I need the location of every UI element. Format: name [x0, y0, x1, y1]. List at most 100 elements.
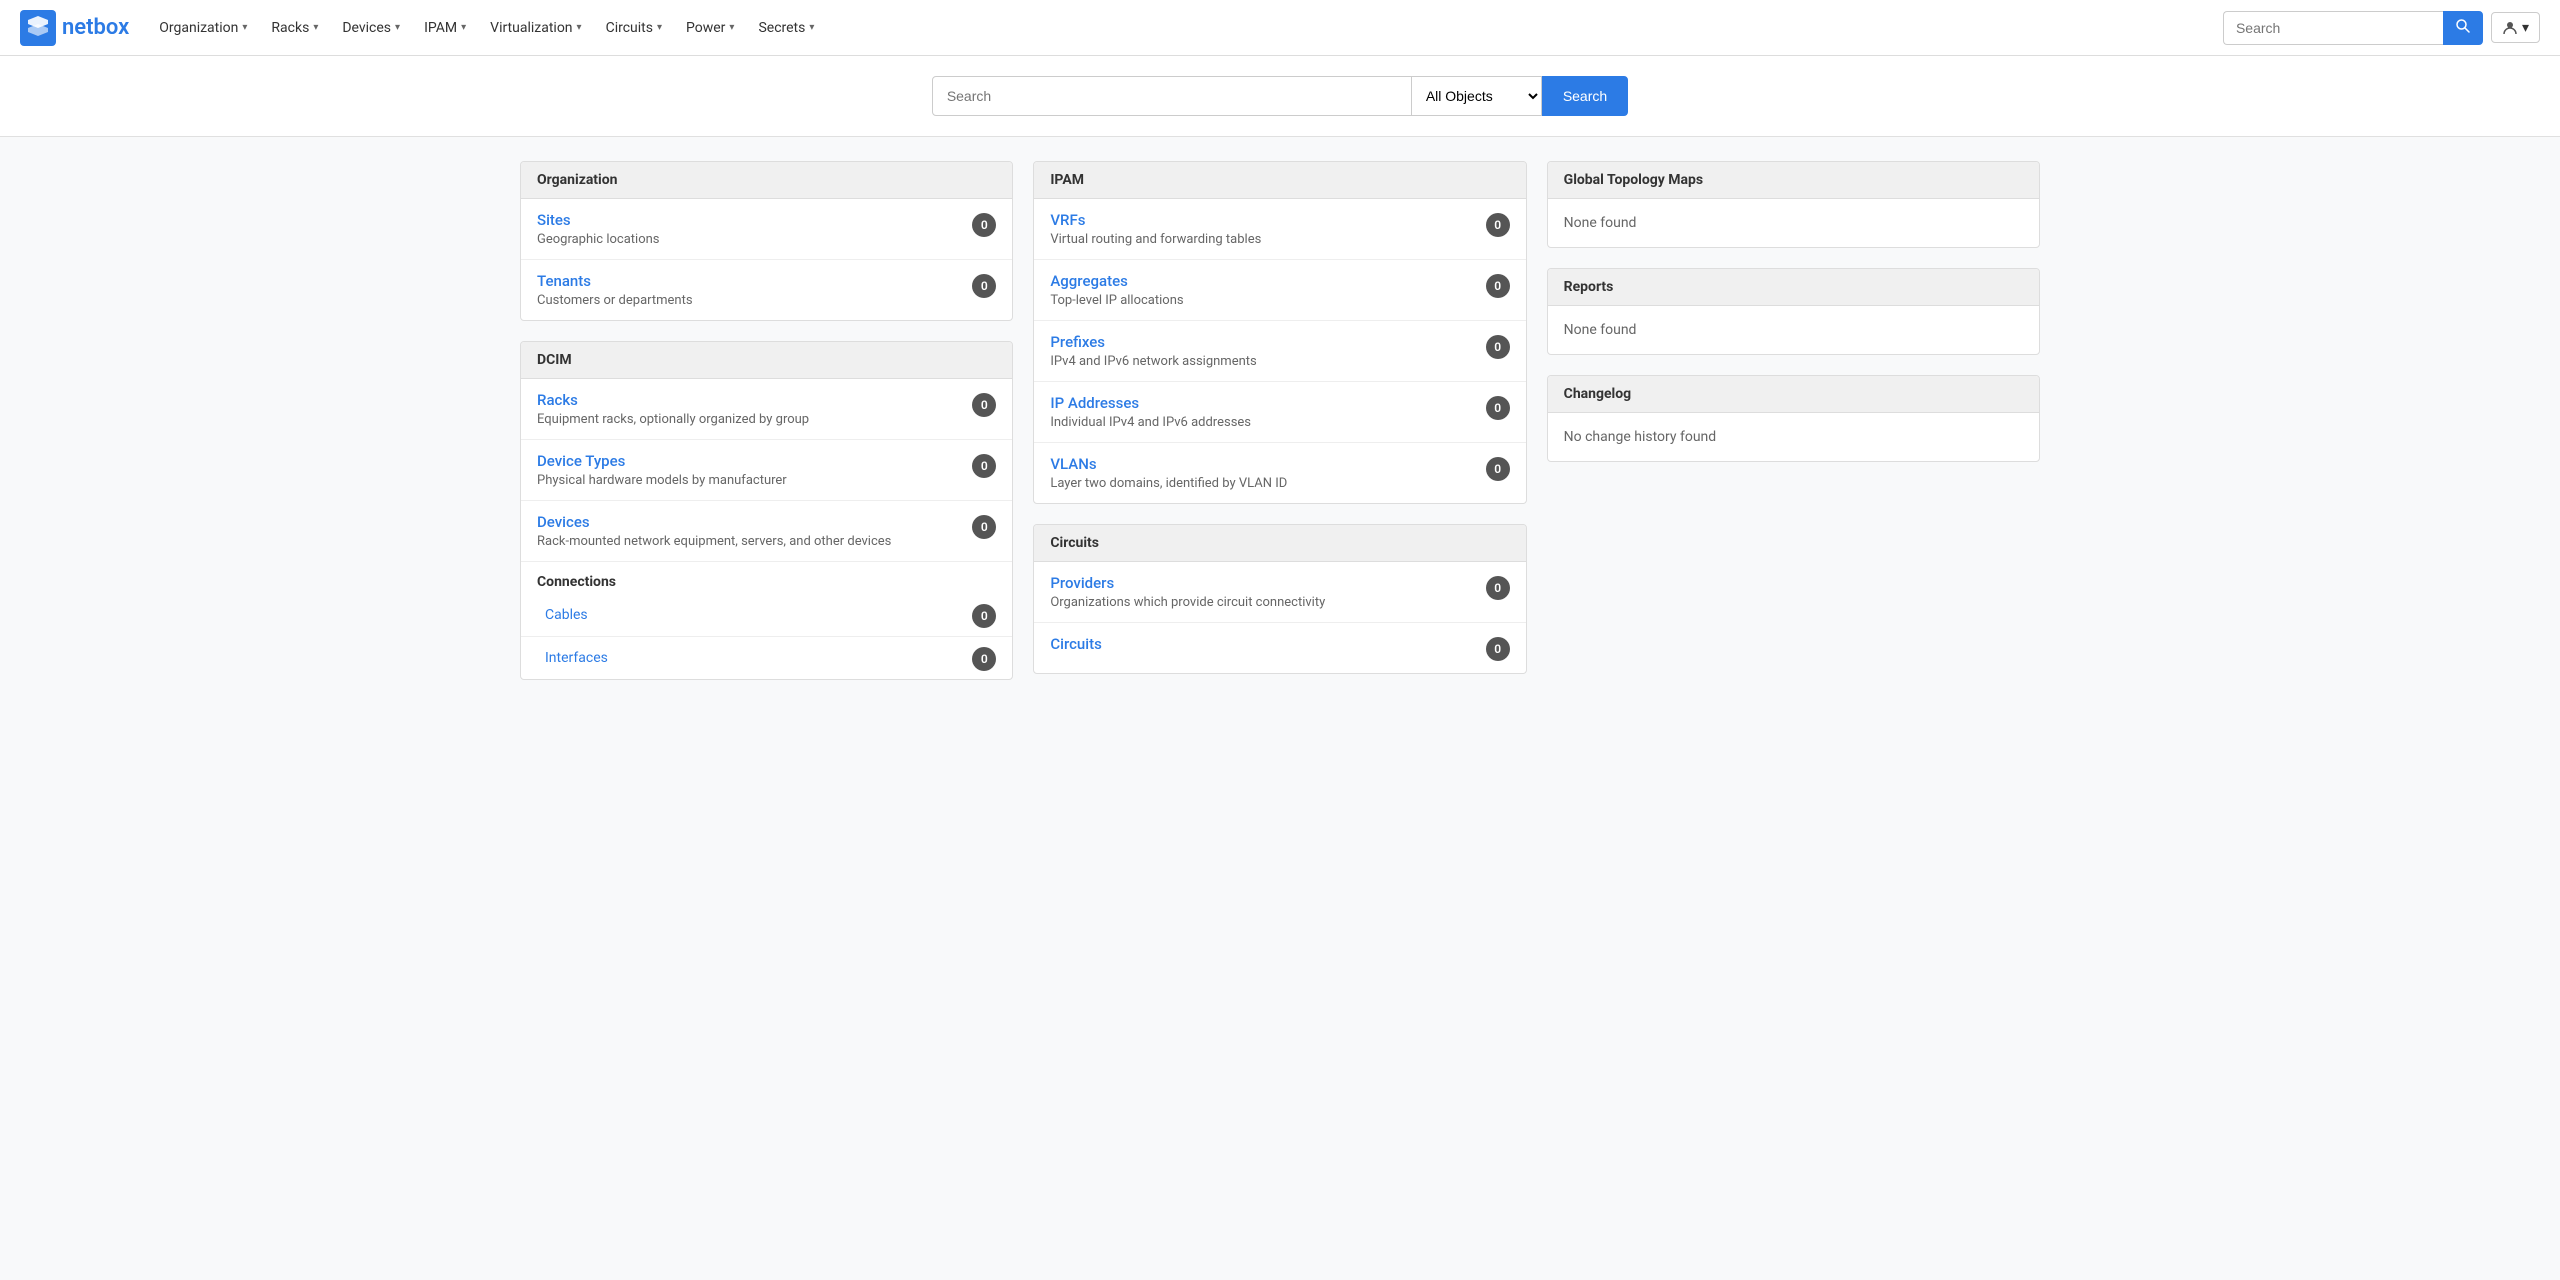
chevron-down-icon: ▾: [809, 22, 814, 33]
changelog-header: Changelog: [1548, 376, 2039, 413]
list-item: Cables 0: [521, 594, 1012, 637]
navbar-search: [2223, 11, 2483, 45]
devices-badge: 0: [972, 515, 996, 539]
device-types-badge: 0: [972, 454, 996, 478]
global-topology-body: None found: [1548, 199, 2039, 247]
vlans-badge: 0: [1486, 457, 1510, 481]
object-type-select[interactable]: All Objects: [1412, 76, 1542, 116]
brand-name: netbox: [62, 15, 129, 40]
global-topology-card: Global Topology Maps None found: [1547, 161, 2040, 248]
middle-column: IPAM VRFs Virtual routing and forwarding…: [1033, 161, 1526, 680]
vrfs-desc: Virtual routing and forwarding tables: [1050, 232, 1261, 247]
organization-body: Sites Geographic locations 0 Tenants Cus…: [521, 199, 1012, 320]
content-area: Organization Sites Geographic locations …: [500, 137, 2060, 704]
brand-logo[interactable]: netbox: [20, 10, 129, 46]
nav-power[interactable]: Power ▾: [676, 0, 744, 56]
circuits-badge: 0: [1486, 637, 1510, 661]
list-item: Prefixes IPv4 and IPv6 network assignmen…: [1034, 321, 1525, 382]
netbox-logo-icon: [20, 10, 56, 46]
racks-link[interactable]: Racks: [537, 391, 964, 409]
providers-desc: Organizations which provide circuit conn…: [1050, 595, 1325, 610]
prefixes-link[interactable]: Prefixes: [1050, 333, 1477, 351]
dcim-header: DCIM: [521, 342, 1012, 379]
list-item: Interfaces 0: [521, 637, 1012, 679]
chevron-down-icon: ▾: [657, 22, 662, 33]
list-item: VLANs Layer two domains, identified by V…: [1034, 443, 1525, 503]
aggregates-desc: Top-level IP allocations: [1050, 293, 1183, 308]
prefixes-badge: 0: [1486, 335, 1510, 359]
chevron-down-icon: ▾: [461, 22, 466, 33]
circuits-link[interactable]: Circuits: [1050, 635, 1477, 653]
reports-card: Reports None found: [1547, 268, 2040, 355]
device-types-desc: Physical hardware models by manufacturer: [537, 473, 787, 488]
circuits-card: Circuits Providers Organizations which p…: [1033, 524, 1526, 674]
user-icon: [2502, 20, 2518, 36]
reports-body: None found: [1548, 306, 2039, 354]
circuits-body: Providers Organizations which provide ci…: [1034, 562, 1525, 673]
organization-card: Organization Sites Geographic locations …: [520, 161, 1013, 321]
list-item: Providers Organizations which provide ci…: [1034, 562, 1525, 623]
chevron-down-icon: ▾: [2522, 19, 2529, 36]
ipam-header: IPAM: [1034, 162, 1525, 199]
navbar-search-button[interactable]: [2443, 11, 2483, 45]
nav-devices[interactable]: Devices ▾: [332, 0, 410, 56]
list-item: VRFs Virtual routing and forwarding tabl…: [1034, 199, 1525, 260]
vrfs-link[interactable]: VRFs: [1050, 211, 1477, 229]
devices-link[interactable]: Devices: [537, 513, 964, 531]
sites-badge: 0: [972, 213, 996, 237]
nav-secrets[interactable]: Secrets ▾: [748, 0, 824, 56]
interfaces-link[interactable]: Interfaces: [545, 650, 608, 666]
tenants-link[interactable]: Tenants: [537, 272, 964, 290]
cables-badge: 0: [972, 604, 996, 628]
circuits-header: Circuits: [1034, 525, 1525, 562]
devices-desc: Rack-mounted network equipment, servers,…: [537, 534, 891, 549]
list-item: Tenants Customers or departments 0: [521, 260, 1012, 320]
tenants-badge: 0: [972, 274, 996, 298]
dcim-body: Racks Equipment racks, optionally organi…: [521, 379, 1012, 679]
navbar-search-input[interactable]: [2223, 11, 2443, 45]
navbar-right: ▾: [2223, 11, 2540, 45]
list-item: Devices Rack-mounted network equipment, …: [521, 501, 1012, 562]
connections-header: Connections: [521, 562, 1012, 594]
chevron-down-icon: ▾: [313, 22, 318, 33]
ip-addresses-badge: 0: [1486, 396, 1510, 420]
aggregates-link[interactable]: Aggregates: [1050, 272, 1477, 290]
providers-link[interactable]: Providers: [1050, 574, 1477, 592]
changelog-card: Changelog No change history found: [1547, 375, 2040, 462]
ip-addresses-link[interactable]: IP Addresses: [1050, 394, 1477, 412]
list-item: Aggregates Top-level IP allocations 0: [1034, 260, 1525, 321]
chevron-down-icon: ▾: [242, 22, 247, 33]
dcim-card: DCIM Racks Equipment racks, optionally o…: [520, 341, 1013, 680]
ipam-body: VRFs Virtual routing and forwarding tabl…: [1034, 199, 1525, 503]
nav-ipam[interactable]: IPAM ▾: [414, 0, 476, 56]
sites-link[interactable]: Sites: [537, 211, 964, 229]
cables-link[interactable]: Cables: [545, 607, 588, 623]
vlans-desc: Layer two domains, identified by VLAN ID: [1050, 476, 1287, 491]
list-item: IP Addresses Individual IPv4 and IPv6 ad…: [1034, 382, 1525, 443]
vrfs-badge: 0: [1486, 213, 1510, 237]
list-item: Circuits 0: [1034, 623, 1525, 673]
chevron-down-icon: ▾: [729, 22, 734, 33]
main-search-button[interactable]: Search: [1542, 76, 1628, 116]
main-search-input[interactable]: [932, 76, 1412, 116]
sites-desc: Geographic locations: [537, 232, 660, 247]
main-search-area: All Objects Search: [0, 56, 2560, 137]
interfaces-badge: 0: [972, 647, 996, 671]
nav-organization[interactable]: Organization ▾: [149, 0, 257, 56]
search-icon: [2456, 19, 2470, 33]
nav-circuits[interactable]: Circuits ▾: [596, 0, 672, 56]
ipam-card: IPAM VRFs Virtual routing and forwarding…: [1033, 161, 1526, 504]
nav-virtualization[interactable]: Virtualization ▾: [480, 0, 591, 56]
ip-addresses-desc: Individual IPv4 and IPv6 addresses: [1050, 415, 1251, 430]
tenants-desc: Customers or departments: [537, 293, 693, 308]
user-menu-button[interactable]: ▾: [2491, 12, 2540, 43]
racks-desc: Equipment racks, optionally organized by…: [537, 412, 809, 427]
list-item: Device Types Physical hardware models by…: [521, 440, 1012, 501]
changelog-body: No change history found: [1548, 413, 2039, 461]
aggregates-badge: 0: [1486, 274, 1510, 298]
right-column: Global Topology Maps None found Reports …: [1547, 161, 2040, 680]
vlans-link[interactable]: VLANs: [1050, 455, 1477, 473]
nav-racks[interactable]: Racks ▾: [261, 0, 328, 56]
device-types-link[interactable]: Device Types: [537, 452, 964, 470]
chevron-down-icon: ▾: [395, 22, 400, 33]
